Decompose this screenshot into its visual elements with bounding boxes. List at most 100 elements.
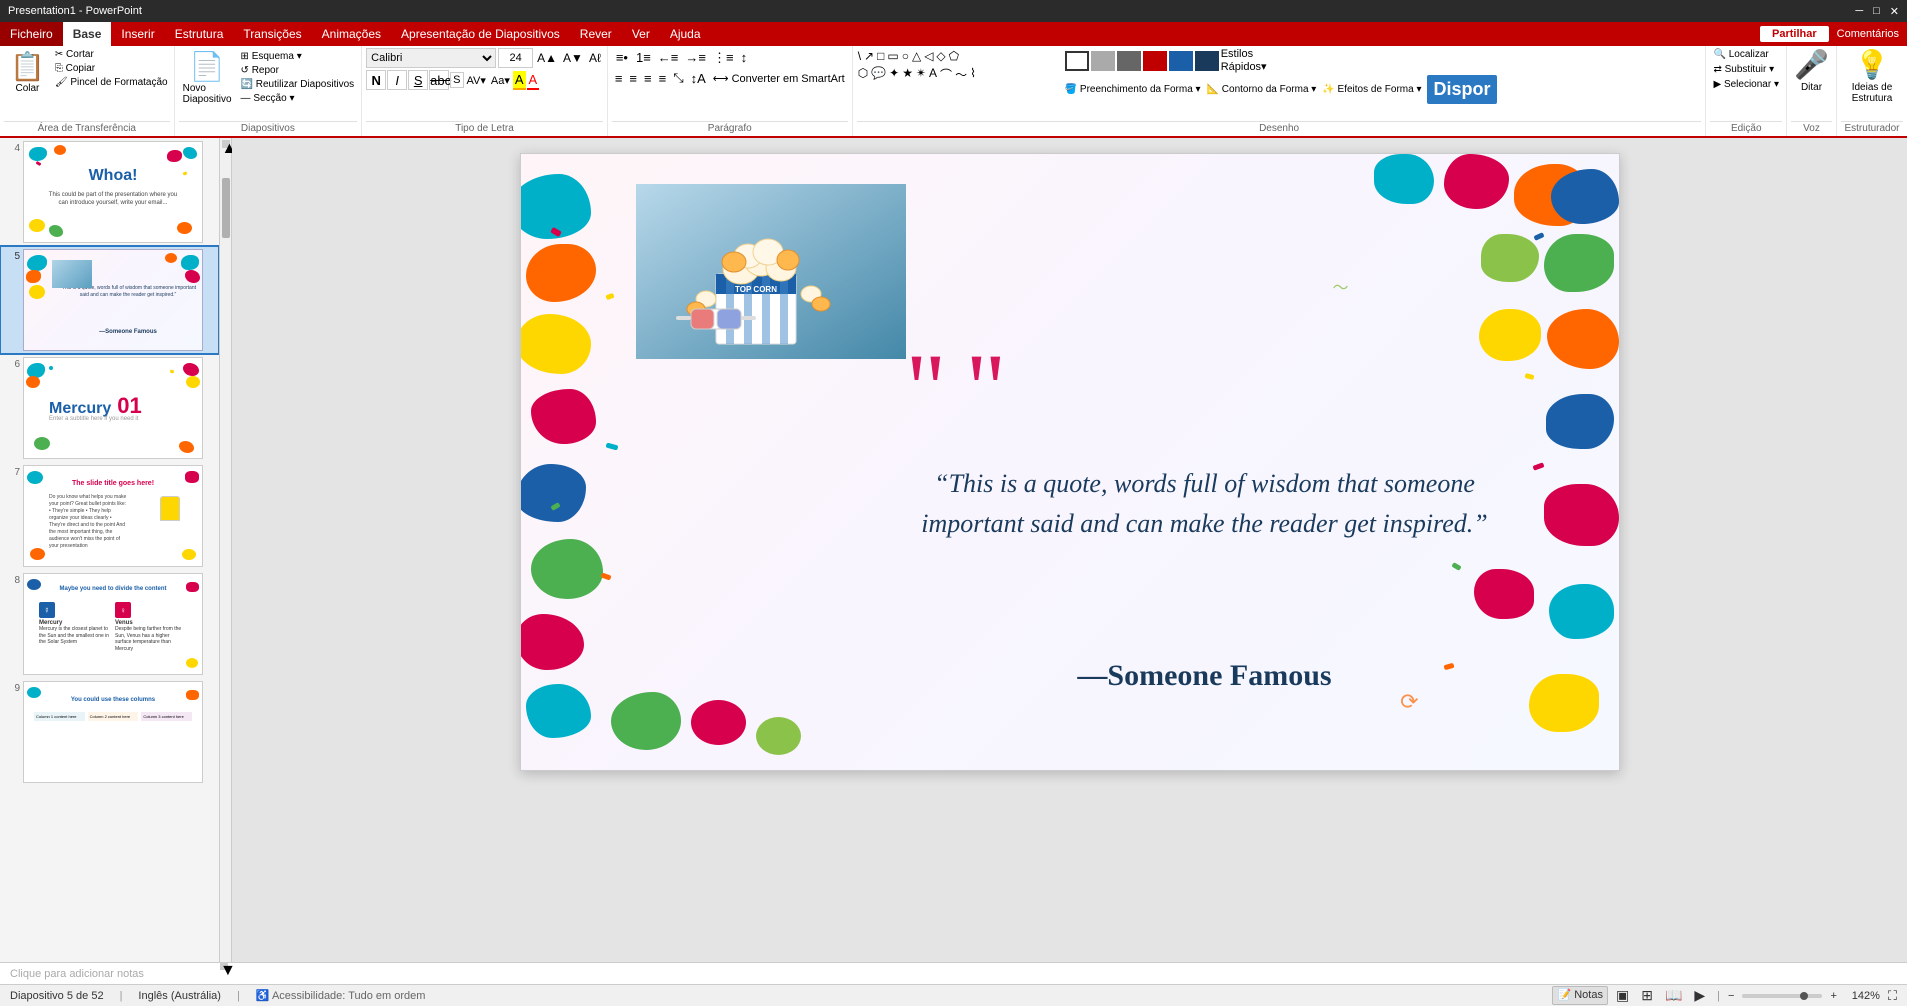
slide-thumb-4[interactable]: 4 Whoa! This could be part of the presen… bbox=[0, 138, 219, 246]
shadow-btn[interactable]: S bbox=[450, 72, 463, 88]
reutilizar-button[interactable]: 🔄 Reutilizar Diapositivos bbox=[238, 78, 358, 91]
style4[interactable] bbox=[1143, 51, 1167, 71]
increase-font-btn[interactable]: A▲ bbox=[535, 50, 559, 66]
quote-text-display[interactable]: “This is a quote, words full of wisdom t… bbox=[911, 464, 1499, 545]
seccao-button[interactable]: — Secção ▾ bbox=[238, 92, 358, 105]
slide-thumb-5[interactable]: 5 ❝ "This is a quote, words full of wisd… bbox=[0, 246, 219, 354]
rtriangle-tool[interactable]: ◁ bbox=[923, 48, 934, 64]
tab-ficheiro[interactable]: Ficheiro bbox=[0, 22, 63, 46]
style1[interactable] bbox=[1065, 51, 1089, 71]
diamond-tool[interactable]: ◇ bbox=[935, 48, 946, 64]
slide-thumb-9[interactable]: 9 You could use these columns Column 1 c… bbox=[0, 678, 219, 786]
scribble-tool[interactable]: 〜 bbox=[954, 65, 968, 84]
strikethrough-btn[interactable]: abc bbox=[429, 70, 449, 90]
font-size-input[interactable] bbox=[498, 48, 533, 68]
slide-panel-scroll[interactable]: ▲ ▼ bbox=[220, 138, 232, 962]
slideshow-btn[interactable]: ▶ bbox=[1690, 986, 1709, 1005]
tab-estrutura[interactable]: Estrutura bbox=[165, 22, 234, 46]
outline-btn[interactable]: 📐 Contorno da Forma ▾ bbox=[1207, 84, 1317, 95]
quote-author-display[interactable]: —Someone Famous bbox=[911, 659, 1499, 693]
bullets-btn[interactable]: ≡• bbox=[612, 48, 632, 67]
clear-format-btn[interactable]: Aℓ bbox=[587, 50, 603, 66]
style2[interactable] bbox=[1091, 51, 1115, 71]
scroll-down-btn[interactable]: ▼ bbox=[220, 962, 228, 970]
layout-button[interactable]: ⊞ Esquema ▾ bbox=[238, 50, 358, 63]
scroll-thumb[interactable] bbox=[222, 178, 230, 238]
tab-animacoes[interactable]: Animações bbox=[312, 22, 391, 46]
quick-styles-btn[interactable]: EstilosRápidos▾ bbox=[1221, 48, 1267, 73]
bold-btn[interactable]: N bbox=[366, 70, 386, 90]
slide-thumb-8[interactable]: 8 Maybe you need to divide the content ☿… bbox=[0, 570, 219, 678]
convert-smartart-btn[interactable]: ⟷ Converter em SmartArt bbox=[710, 71, 848, 86]
notes-view-btn[interactable]: 📝 Notas bbox=[1552, 986, 1608, 1005]
triangle-tool[interactable]: △ bbox=[911, 48, 922, 64]
new-slide-button[interactable]: 📄 NovoDiapositivo bbox=[179, 48, 236, 107]
style3[interactable] bbox=[1117, 51, 1141, 71]
rect-tool[interactable]: □ bbox=[876, 48, 885, 64]
repor-button[interactable]: ↺ Repor bbox=[238, 64, 358, 77]
zoom-in-btn[interactable]: + bbox=[1830, 990, 1836, 1002]
style5[interactable] bbox=[1169, 51, 1193, 71]
increase-indent-btn[interactable]: →≡ bbox=[682, 49, 709, 66]
line-tool[interactable]: \ bbox=[857, 48, 862, 64]
designer-icon[interactable]: 💡 bbox=[1855, 48, 1890, 81]
main-slide[interactable]: ⟳ 〜 ∿ bbox=[520, 153, 1620, 771]
tab-transicoes[interactable]: Transições bbox=[233, 22, 311, 46]
line-spacing-btn[interactable]: ↕ bbox=[738, 49, 751, 66]
reading-view-btn[interactable]: 📖 bbox=[1661, 986, 1686, 1005]
cut-button[interactable]: ✂ Cortar bbox=[53, 48, 96, 61]
change-case-btn[interactable]: Aa▾ bbox=[489, 73, 512, 88]
arrow-tool[interactable]: ↗ bbox=[863, 48, 875, 64]
tab-apresentacao[interactable]: Apresentação de Diapositivos bbox=[391, 22, 570, 46]
hex-tool[interactable]: ⬡ bbox=[857, 65, 869, 84]
italic-btn[interactable]: I bbox=[387, 70, 407, 90]
slide-thumb-7[interactable]: 7 The slide title goes here! Do you know… bbox=[0, 462, 219, 570]
window-controls[interactable]: ─ □ ✕ bbox=[1855, 5, 1899, 18]
normal-view-btn[interactable]: ▣ bbox=[1612, 986, 1633, 1005]
maximize-btn[interactable]: □ bbox=[1873, 5, 1880, 18]
copy-button[interactable]: ⎘ Copiar bbox=[53, 62, 97, 75]
slide-sorter-btn[interactable]: ⊞ bbox=[1637, 986, 1657, 1005]
justify-btn[interactable]: ≡ bbox=[656, 70, 670, 87]
find-button[interactable]: 🔍 Localizar bbox=[1710, 48, 1782, 61]
align-text-btn[interactable]: ↕A bbox=[688, 70, 709, 87]
star4-tool[interactable]: ✦ bbox=[888, 65, 900, 84]
tab-rever[interactable]: Rever bbox=[570, 22, 622, 46]
minimize-btn[interactable]: ─ bbox=[1855, 5, 1863, 18]
dictate-icon[interactable]: 🎤 bbox=[1794, 48, 1829, 81]
align-center-btn[interactable]: ≡ bbox=[626, 70, 640, 87]
freeform-tool[interactable]: ⌒ bbox=[939, 65, 953, 84]
fit-btn[interactable]: ⛶ bbox=[1888, 988, 1897, 1004]
fill-btn[interactable]: 🪣 Preenchimento da Forma ▾ bbox=[1065, 84, 1201, 95]
format-painter-button[interactable]: 🖌 Pincel de Formatação bbox=[53, 76, 170, 89]
accessibility-btn[interactable]: ♿ Acessibilidade: Tudo em ordem bbox=[256, 989, 426, 1002]
tab-base[interactable]: Base bbox=[63, 22, 112, 46]
dispor-btn[interactable]: Dispor bbox=[1427, 75, 1496, 104]
circle-tool[interactable]: ○ bbox=[901, 48, 910, 64]
text-box-tool[interactable]: A bbox=[928, 65, 938, 84]
star5-tool[interactable]: ★ bbox=[901, 65, 914, 84]
notes-area[interactable]: Clique para adicionar notas bbox=[0, 962, 1907, 984]
char-spacing-btn[interactable]: AV▾ bbox=[465, 73, 488, 88]
decrease-font-btn[interactable]: A▼ bbox=[561, 50, 585, 66]
style6[interactable] bbox=[1195, 51, 1219, 71]
slide-thumb-6[interactable]: 6 Mercury 01 Enter a subtitle here if yo… bbox=[0, 354, 219, 462]
font-color-btn[interactable]: A bbox=[527, 71, 540, 90]
tab-inserir[interactable]: Inserir bbox=[111, 22, 164, 46]
zoom-slider[interactable] bbox=[1742, 994, 1822, 998]
font-name-select[interactable]: Calibri bbox=[366, 48, 496, 68]
columns-btn[interactable]: ⋮≡ bbox=[710, 49, 737, 67]
numbered-list-btn[interactable]: 1≡ bbox=[633, 49, 654, 66]
share-button[interactable]: Partilhar bbox=[1760, 26, 1829, 42]
replace-button[interactable]: ⇄ Substituir ▾ bbox=[1710, 63, 1782, 76]
zoom-out-btn[interactable]: − bbox=[1728, 990, 1734, 1002]
align-left-btn[interactable]: ≡ bbox=[612, 70, 626, 87]
pent-tool[interactable]: ⬠ bbox=[948, 48, 960, 64]
decrease-indent-btn[interactable]: ←≡ bbox=[655, 49, 682, 66]
scroll-up-btn[interactable]: ▲ bbox=[222, 140, 230, 148]
text-direction-btn[interactable]: ⤡ bbox=[670, 69, 686, 87]
close-btn[interactable]: ✕ bbox=[1890, 5, 1899, 18]
curve-tool[interactable]: ⌇ bbox=[969, 65, 977, 84]
star8-tool[interactable]: ✴ bbox=[915, 65, 927, 84]
underline-btn[interactable]: S bbox=[408, 70, 428, 90]
